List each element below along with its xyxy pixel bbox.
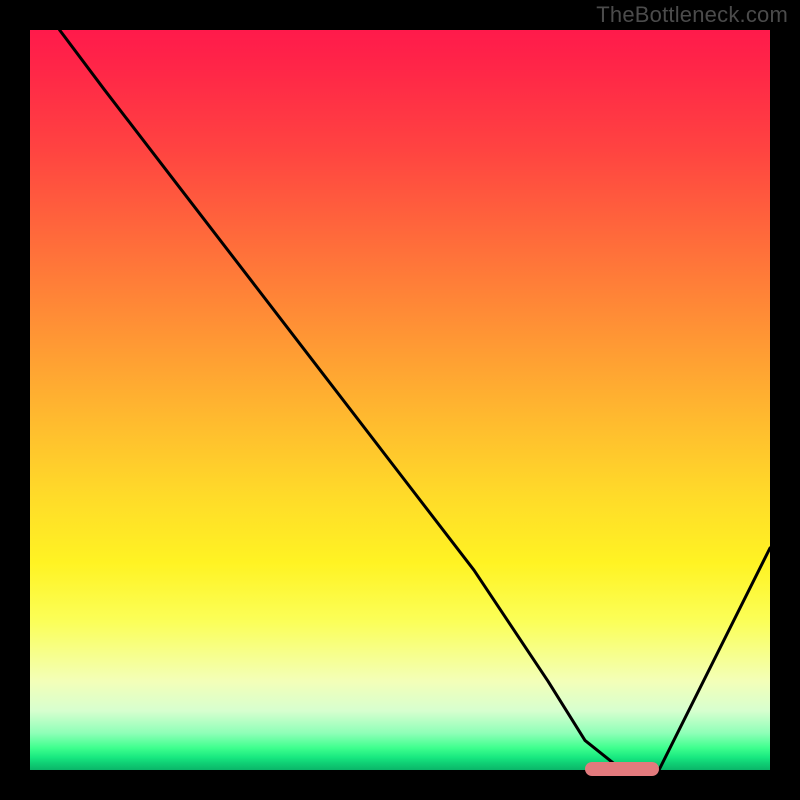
plot-area — [30, 30, 770, 770]
curve-layer — [30, 30, 770, 770]
optimal-range-marker — [585, 762, 659, 776]
watermark-text: TheBottleneck.com — [596, 2, 788, 28]
chart-container: TheBottleneck.com — [0, 0, 800, 800]
bottleneck-curve-path — [60, 30, 770, 770]
